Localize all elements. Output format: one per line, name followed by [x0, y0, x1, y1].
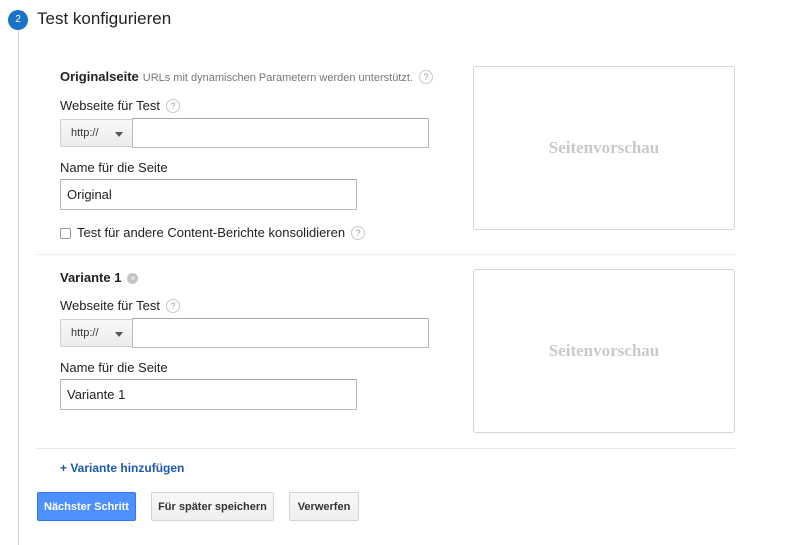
variant-url-label: Webseite für Test: [60, 298, 160, 313]
original-preview-text: Seitenvorschau: [548, 138, 660, 157]
chevron-down-icon: [115, 332, 123, 337]
save-for-later-button[interactable]: Für später speichern: [151, 492, 274, 521]
original-url-label: Webseite für Test: [60, 98, 160, 113]
section-divider: [37, 448, 735, 449]
page-title: Test konfigurieren: [37, 9, 172, 28]
original-heading: Originalseite: [60, 69, 139, 84]
consolidate-checkbox[interactable]: [60, 228, 71, 239]
variant-protocol-select[interactable]: http://: [60, 319, 136, 347]
variant-page-preview: Seitenvorschau: [473, 269, 735, 433]
remove-variant-icon[interactable]: ×: [127, 273, 139, 284]
original-page-preview: Seitenvorschau: [473, 66, 735, 230]
consolidate-label-row: Test für andere Content-Berichte konsoli…: [77, 225, 366, 240]
variant-name-label: Name für die Seite: [60, 360, 168, 375]
step-number-badge: 2: [8, 10, 28, 30]
next-step-button[interactable]: Nächster Schritt: [37, 492, 136, 521]
help-icon[interactable]: ?: [351, 226, 366, 240]
original-name-input[interactable]: [60, 179, 357, 210]
original-name-label: Name für die Seite: [60, 160, 168, 175]
consolidate-label[interactable]: Test für andere Content-Berichte konsoli…: [77, 225, 345, 240]
original-protocol-select[interactable]: http://: [60, 119, 136, 147]
variant-url-input[interactable]: [132, 318, 429, 348]
original-hint: URLs mit dynamischen Parametern werden u…: [142, 72, 413, 84]
variant-protocol-value: http://: [71, 327, 99, 339]
original-section-header: Originalseite URLs mit dynamischen Parame…: [60, 69, 433, 84]
original-protocol-value: http://: [71, 127, 99, 139]
variant-section-header: Variante 1 ×: [60, 270, 139, 285]
variant-name-input[interactable]: [60, 379, 357, 410]
variant-url-label-row: Webseite für Test?: [60, 298, 180, 313]
variant-preview-text: Seitenvorschau: [548, 341, 660, 360]
help-icon[interactable]: ?: [165, 299, 180, 313]
discard-button[interactable]: Verwerfen: [289, 492, 359, 521]
step-connector-line: [18, 30, 19, 545]
section-divider: [37, 254, 735, 255]
original-url-input[interactable]: [132, 118, 429, 148]
original-url-label-row: Webseite für Test?: [60, 98, 180, 113]
help-icon[interactable]: ?: [165, 99, 180, 113]
variant-heading: Variante 1: [60, 270, 122, 285]
add-variant-link[interactable]: + Variante hinzufügen: [60, 461, 184, 475]
help-icon[interactable]: ?: [418, 70, 433, 84]
chevron-down-icon: [115, 132, 123, 137]
